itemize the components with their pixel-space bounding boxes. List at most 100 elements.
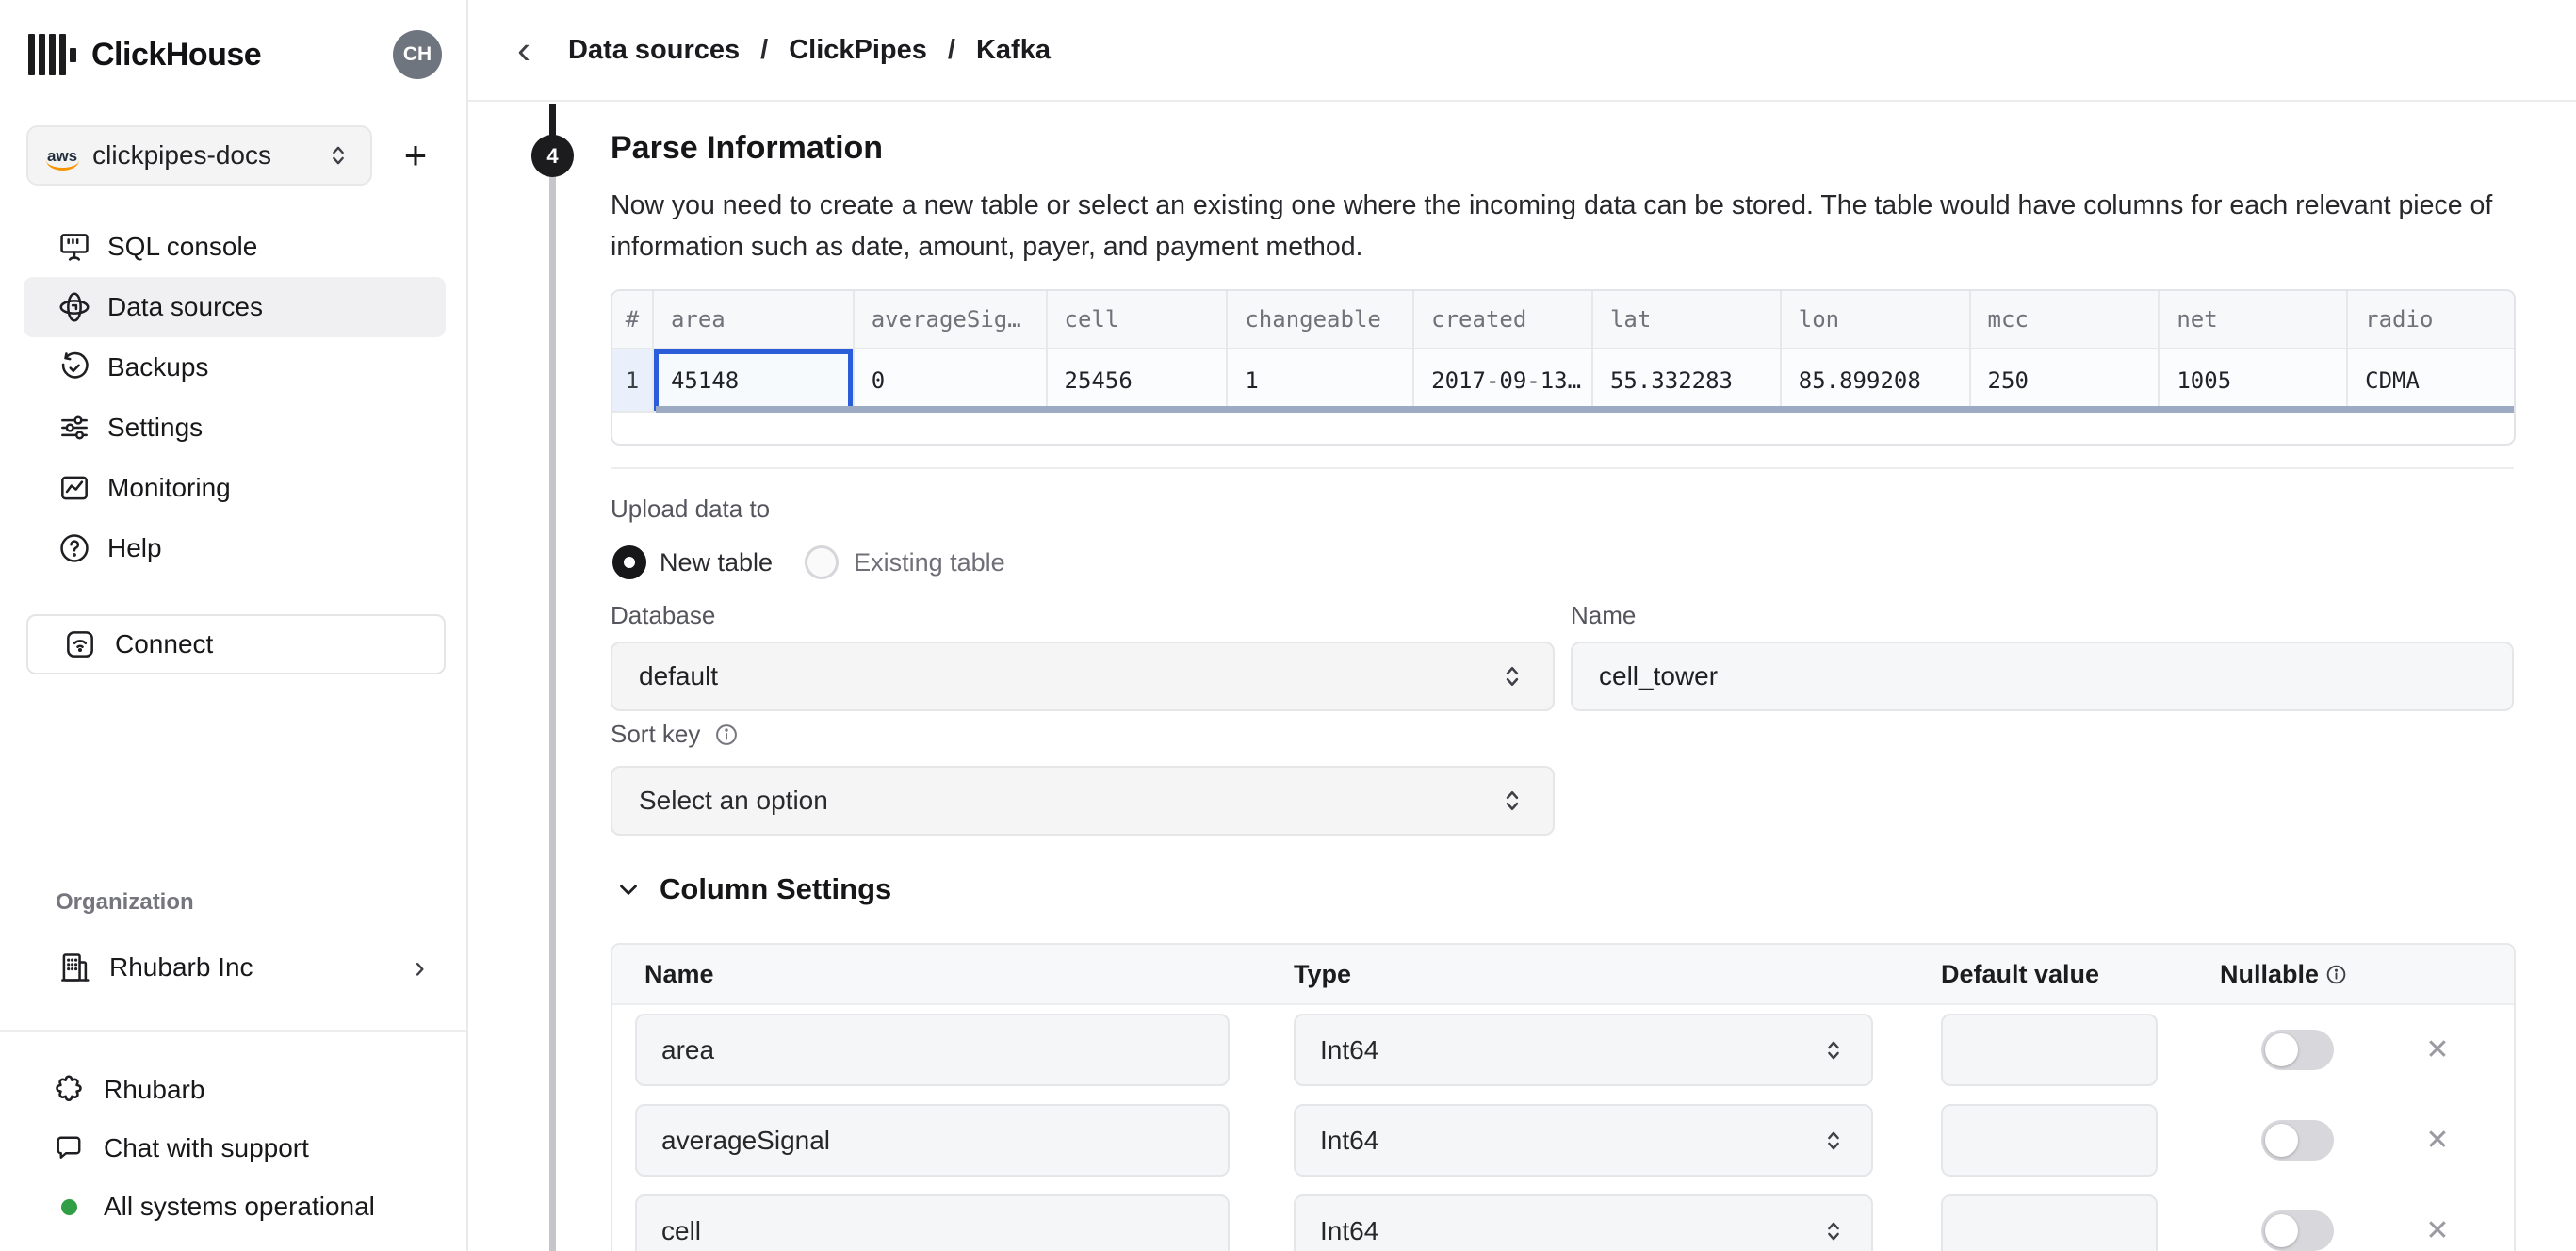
sort-key-label-row: Sort key: [611, 720, 740, 749]
column-settings-header: Name Type Default value Nullable: [612, 945, 2514, 1005]
header-name: Name: [644, 945, 714, 1003]
chat-bubble-icon: [49, 1129, 89, 1168]
sidebar-item-label: Help: [107, 533, 162, 563]
chevron-up-down-icon: [1820, 1037, 1847, 1064]
status-dot-icon: [49, 1187, 89, 1227]
table-cell-selected[interactable]: 45148: [654, 349, 855, 413]
sidebar-item-settings[interactable]: Settings: [24, 398, 446, 458]
column-header: mcc: [1971, 291, 2160, 349]
table-name-input[interactable]: cell_tower: [1571, 642, 2514, 711]
table-name-value: cell_tower: [1599, 661, 1718, 691]
sort-key-label: Sort key: [611, 720, 700, 749]
radio-new-table[interactable]: [612, 545, 646, 579]
table-cell[interactable]: 55.332283: [1593, 349, 1782, 413]
sort-key-select[interactable]: Select an option: [611, 766, 1555, 836]
column-settings-title: Column Settings: [660, 872, 891, 906]
chevron-up-down-icon: [1820, 1218, 1847, 1244]
preview-table-header: # area averageSig… cell changeable creat…: [612, 291, 2514, 349]
table-name-label: Name: [1571, 601, 1636, 630]
table-cell[interactable]: 1005: [2160, 349, 2348, 413]
radio-new-table-label[interactable]: New table: [660, 548, 773, 577]
clickhouse-app: ClickHouse CH aws clickpipes-docs + SQL …: [0, 0, 2576, 1251]
table-row: 1 45148 0 25456 1 2017-09-13… 55.332283 …: [612, 349, 2514, 413]
add-service-button[interactable]: +: [387, 127, 444, 184]
footer-item-label: All systems operational: [104, 1192, 375, 1222]
column-header: #: [612, 291, 654, 349]
data-sources-icon: [57, 289, 92, 325]
sidebar-item-label: SQL console: [107, 232, 257, 262]
sidebar-item-backups[interactable]: Backups: [24, 337, 446, 398]
app-title: ClickHouse: [91, 37, 261, 73]
column-name-input[interactable]: averageSignal: [635, 1104, 1230, 1177]
system-status-item[interactable]: All systems operational: [24, 1178, 446, 1236]
table-cell[interactable]: 0: [855, 349, 1048, 413]
chevron-up-down-icon: [1820, 1128, 1847, 1154]
radio-existing-table-label[interactable]: Existing table: [854, 548, 1005, 577]
stepper-line-pending: [549, 174, 556, 1251]
nullable-toggle[interactable]: [2261, 1120, 2334, 1161]
remove-column-button[interactable]: ✕: [2405, 1104, 2470, 1177]
table-cell[interactable]: 1: [1228, 349, 1414, 413]
database-label: Database: [611, 601, 715, 630]
backups-icon: [57, 349, 92, 385]
nullable-toggle[interactable]: [2261, 1030, 2334, 1070]
footer-item-label: Chat with support: [104, 1133, 309, 1163]
organization-item[interactable]: Rhubarb Inc ›: [24, 940, 446, 995]
column-row-averagesignal: averageSignal Int64 ✕: [612, 1104, 2514, 1177]
sidebar-item-sql-console[interactable]: SQL console: [24, 217, 446, 277]
default-value-input[interactable]: [1941, 1014, 2158, 1086]
remove-column-button[interactable]: ✕: [2405, 1014, 2470, 1086]
clickhouse-logo-icon: [28, 33, 76, 76]
sidebar-item-data-sources[interactable]: Data sources: [24, 277, 446, 337]
organization-name: Rhubarb Inc: [109, 952, 253, 983]
column-type-select[interactable]: Int64: [1294, 1014, 1873, 1086]
column-type-select[interactable]: Int64: [1294, 1104, 1873, 1177]
rhubarb-item[interactable]: Rhubarb: [24, 1061, 446, 1119]
table-cell[interactable]: 85.899208: [1782, 349, 1971, 413]
settings-sliders-icon: [57, 410, 92, 446]
organization-section-label: Organization: [56, 889, 194, 916]
building-icon: [57, 950, 92, 985]
database-value: default: [639, 661, 718, 691]
chat-with-support-item[interactable]: Chat with support: [24, 1119, 446, 1178]
column-type-select[interactable]: Int64: [1294, 1194, 1873, 1251]
sidebar-item-help[interactable]: Help: [24, 518, 446, 578]
column-name-input[interactable]: area: [635, 1014, 1230, 1086]
default-value-input[interactable]: [1941, 1194, 2158, 1251]
connect-label: Connect: [115, 629, 213, 659]
sidebar-item-monitoring[interactable]: Monitoring: [24, 458, 446, 518]
main-area: ‹ Data sources / ClickPipes / Kafka 4 Pa…: [468, 0, 2576, 1251]
table-cell[interactable]: 25456: [1048, 349, 1229, 413]
table-mode-radio-group: New table Existing table: [612, 543, 1005, 582]
nullable-toggle[interactable]: [2261, 1210, 2334, 1251]
avatar[interactable]: CH: [393, 30, 442, 79]
connect-button[interactable]: Connect: [26, 614, 446, 674]
row-number-cell: 1: [612, 349, 654, 413]
sidebar-footer: Rhubarb Chat with support All systems op…: [24, 1061, 446, 1236]
service-selector[interactable]: aws clickpipes-docs: [26, 125, 372, 186]
sidebar-header: ClickHouse CH: [28, 28, 442, 81]
sidebar-divider: [0, 1030, 466, 1032]
sql-console-icon: [57, 229, 92, 265]
table-cell[interactable]: 250: [1971, 349, 2160, 413]
database-select[interactable]: default: [611, 642, 1555, 711]
header-default-value: Default value: [1941, 945, 2099, 1003]
default-value-input[interactable]: [1941, 1104, 2158, 1177]
info-icon[interactable]: [2324, 963, 2348, 986]
radio-existing-table[interactable]: [805, 545, 839, 579]
table-cell[interactable]: CDMA: [2348, 349, 2514, 413]
horizontal-scrollbar[interactable]: [656, 406, 2514, 413]
table-cell[interactable]: 2017-09-13…: [1414, 349, 1593, 413]
column-name-input[interactable]: cell: [635, 1194, 1230, 1251]
column-settings-toggle[interactable]: Column Settings: [614, 872, 891, 906]
chevron-right-icon: ›: [415, 951, 425, 983]
service-name: clickpipes-docs: [92, 140, 271, 171]
column-header: area: [654, 291, 855, 349]
info-icon[interactable]: [713, 722, 740, 748]
step-content: Parse Information Now you need to create…: [611, 0, 2516, 1251]
back-button[interactable]: ‹: [508, 30, 540, 70]
remove-column-button[interactable]: ✕: [2405, 1194, 2470, 1251]
column-header: cell: [1048, 291, 1229, 349]
footer-item-label: Rhubarb: [104, 1075, 204, 1105]
chevron-up-down-icon: [1498, 662, 1526, 690]
